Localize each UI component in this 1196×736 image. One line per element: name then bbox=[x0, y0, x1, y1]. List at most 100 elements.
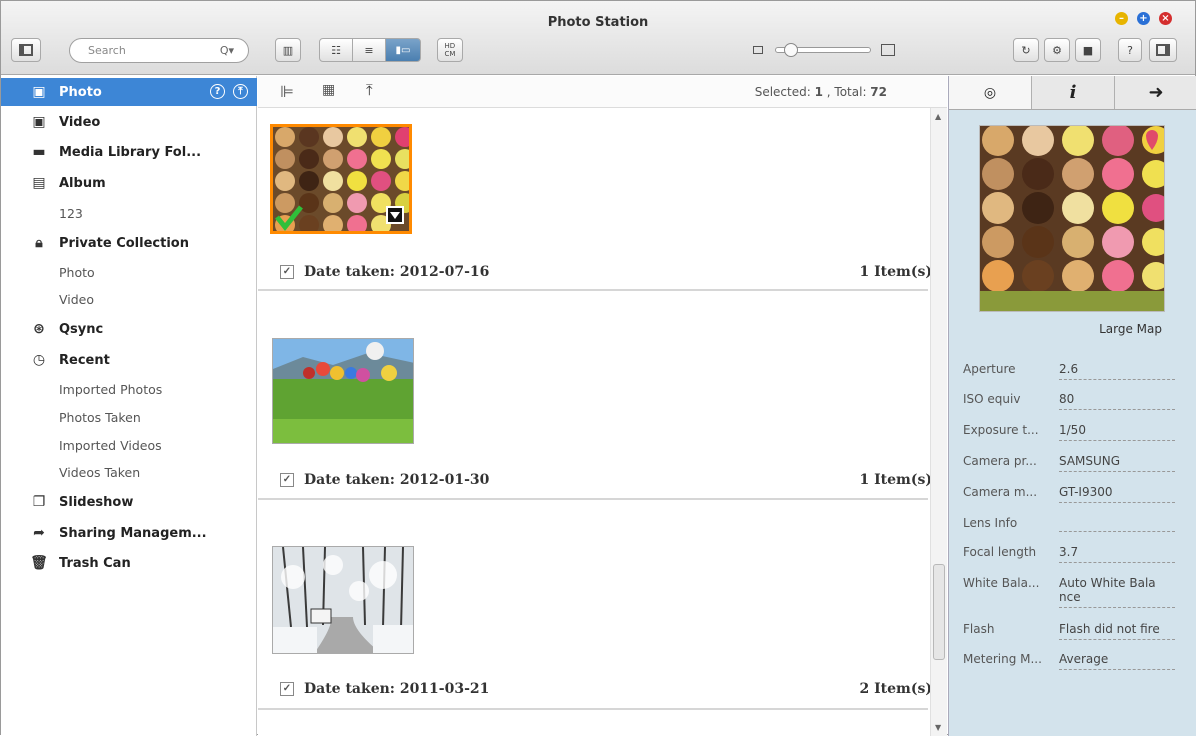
sidebar-item-qsync[interactable]: ⊛ Qsync bbox=[1, 315, 257, 343]
grid-icon: ☷ bbox=[331, 43, 341, 57]
sidebar-item-private-collection[interactable]: 🔒︎ Private Collection bbox=[1, 229, 257, 257]
sidebar-subitem-imported-photos[interactable]: Imported Photos bbox=[59, 382, 162, 397]
group-count: 2 Item(s) bbox=[859, 681, 932, 697]
settings-button[interactable]: ⚙ bbox=[1044, 38, 1070, 62]
gear-icon: ⚙ bbox=[1052, 43, 1062, 57]
prop-value: 80 bbox=[1059, 392, 1175, 410]
help-button[interactable]: ? bbox=[1118, 38, 1142, 62]
sidebar-item-slideshow[interactable]: ❐ Slideshow bbox=[1, 488, 257, 516]
sidebar-item-label: Qsync bbox=[59, 321, 104, 337]
search-icon[interactable]: Q▾ bbox=[220, 39, 234, 62]
hd-label: HD CM bbox=[444, 42, 456, 58]
filmstrip-view-button[interactable]: ▥ bbox=[275, 38, 301, 62]
details-panel: ◎ i ➜ Large Map Aperture 2.6 ISO equiv 80 … bbox=[948, 76, 1196, 736]
scroll-top-icon[interactable]: ⤒ bbox=[366, 81, 373, 99]
sidebar-item-label: Album bbox=[59, 175, 106, 191]
share-arrow-icon: ➜ bbox=[1148, 82, 1164, 103]
minimize-icon[interactable]: – bbox=[1115, 12, 1128, 25]
vertical-scrollbar[interactable]: ▲ ▼ bbox=[930, 108, 947, 736]
date-group-header[interactable]: ✓ Date taken: 2012-07-16 1 Item(s) bbox=[280, 257, 932, 287]
lock-icon: 🔒︎ bbox=[35, 235, 43, 251]
scroll-down-icon[interactable]: ▼ bbox=[935, 723, 941, 732]
upload-circle-icon[interactable]: ⤒ bbox=[233, 84, 248, 99]
sidebar-subitem-imported-videos[interactable]: Imported Videos bbox=[59, 438, 162, 453]
selected-label: Selected: bbox=[754, 85, 815, 99]
prop-key: White Bala... bbox=[963, 576, 1040, 590]
tab-share[interactable]: ➜ bbox=[1115, 76, 1196, 109]
sidebar-item-label: Trash Can bbox=[59, 555, 131, 571]
prop-value: Flash did not fire bbox=[1059, 622, 1175, 640]
prop-value bbox=[1059, 516, 1175, 532]
background-task-button[interactable]: ■ bbox=[1075, 38, 1101, 62]
refresh-icon: ↻ bbox=[1021, 43, 1031, 57]
video-icon: ▣ bbox=[32, 114, 46, 130]
scrollbar-thumb[interactable] bbox=[933, 564, 945, 660]
maximize-icon[interactable]: + bbox=[1137, 12, 1150, 25]
clock-icon: ◷ bbox=[32, 352, 46, 368]
sidebar-subitem-private-video[interactable]: Video bbox=[59, 292, 94, 307]
group-divider bbox=[258, 289, 928, 291]
panel-icon bbox=[1156, 44, 1170, 56]
prop-row: Flash Flash did not fire bbox=[963, 622, 1175, 640]
prop-value: 3.7 bbox=[1059, 545, 1175, 563]
sidebar-item-trash[interactable]: 🗑︎ Trash Can bbox=[1, 549, 257, 577]
group-checkbox[interactable]: ✓ bbox=[280, 473, 294, 487]
large-map-link[interactable]: Large Map bbox=[1099, 322, 1162, 336]
info-icon: i bbox=[1069, 82, 1077, 103]
info-panel-toggle-button[interactable] bbox=[1149, 38, 1177, 62]
date-group-header[interactable]: ✓ Date taken: 2012-01-30 1 Item(s) bbox=[280, 465, 932, 495]
selected-count: 1 bbox=[814, 85, 823, 99]
timeline-view-button[interactable]: ▮▭ bbox=[385, 38, 421, 62]
prop-key: Camera m... bbox=[963, 485, 1038, 499]
search-input[interactable]: Search Q▾ bbox=[69, 38, 249, 63]
help-circle-icon[interactable]: ? bbox=[210, 84, 225, 99]
group-count: 1 Item(s) bbox=[859, 472, 932, 488]
list-icon: ≡ bbox=[364, 43, 374, 57]
date-group-header[interactable]: ✓ Date taken: 2011-03-21 2 Item(s) bbox=[280, 674, 932, 704]
tree-icon[interactable]: ⊫ bbox=[280, 82, 294, 101]
group-divider bbox=[258, 498, 928, 500]
zoom-slider-handle[interactable] bbox=[784, 43, 798, 57]
refresh-button[interactable]: ↻ bbox=[1013, 38, 1039, 62]
tab-photo[interactable]: ◎ bbox=[949, 76, 1032, 109]
sidebar-item-label: Private Collection bbox=[59, 235, 189, 251]
share-icon: ➦ bbox=[33, 525, 45, 541]
sidebar-item-video[interactable]: ▣ Video bbox=[1, 108, 257, 136]
sidebar-subitem-123[interactable]: 123 bbox=[59, 206, 83, 221]
group-count: 1 Item(s) bbox=[859, 264, 932, 280]
prop-key: Aperture bbox=[963, 362, 1016, 376]
sidebar-subitem-videos-taken[interactable]: Videos Taken bbox=[59, 465, 140, 480]
photo-thumbnail-snow-road[interactable] bbox=[272, 546, 414, 654]
content-toolbar: ⊫ ▦ ⤒ Selected: 1 , Total: 72 bbox=[258, 76, 947, 108]
scroll-up-icon[interactable]: ▲ bbox=[935, 112, 941, 121]
sidebar-subitem-photos-taken[interactable]: Photos Taken bbox=[59, 410, 141, 425]
photo-thumbnail-macarons[interactable] bbox=[270, 124, 412, 234]
sidebar-item-photo[interactable]: ▣ Photo ? ⤒ bbox=[1, 78, 257, 106]
photo-thumbnail-balloons[interactable] bbox=[272, 338, 414, 444]
prop-row: Lens Info bbox=[963, 516, 1175, 532]
sidebar-toggle-button[interactable] bbox=[11, 38, 41, 62]
sidebar-item-media-library[interactable]: ▬ Media Library Fol... bbox=[1, 138, 257, 166]
prop-value: GT-I9300 bbox=[1059, 485, 1175, 503]
close-icon[interactable]: × bbox=[1159, 12, 1172, 25]
zoom-slider[interactable] bbox=[775, 43, 871, 57]
photo-content-area: ⊫ ▦ ⤒ Selected: 1 , Total: 72 ✓ Date tak… bbox=[258, 76, 947, 736]
zoom-out-icon[interactable] bbox=[753, 46, 763, 54]
calendar-icon[interactable]: ▦ bbox=[322, 82, 335, 98]
sidebar-item-sharing[interactable]: ➦ Sharing Managem... bbox=[1, 519, 257, 547]
list-view-button[interactable]: ≡ bbox=[352, 38, 386, 62]
sidebar-item-label: Media Library Fol... bbox=[59, 144, 202, 160]
sidebar-subitem-private-photo[interactable]: Photo bbox=[59, 265, 95, 280]
prop-key: Lens Info bbox=[963, 516, 1018, 530]
hd-button[interactable]: HD CM bbox=[437, 38, 463, 62]
zoom-in-icon[interactable] bbox=[881, 44, 895, 56]
sidebar-item-recent[interactable]: ◷ Recent bbox=[1, 346, 257, 374]
tab-info[interactable]: i bbox=[1032, 76, 1115, 109]
group-checkbox[interactable]: ✓ bbox=[280, 265, 294, 279]
sidebar-item-album[interactable]: ▤ Album bbox=[1, 169, 257, 197]
prop-key: ISO equiv bbox=[963, 392, 1021, 406]
prop-row: Camera pr... SAMSUNG bbox=[963, 454, 1175, 472]
group-checkbox[interactable]: ✓ bbox=[280, 682, 294, 696]
thumbnail-view-button[interactable]: ☷ bbox=[319, 38, 353, 62]
preview-macarons-image bbox=[980, 126, 1164, 311]
